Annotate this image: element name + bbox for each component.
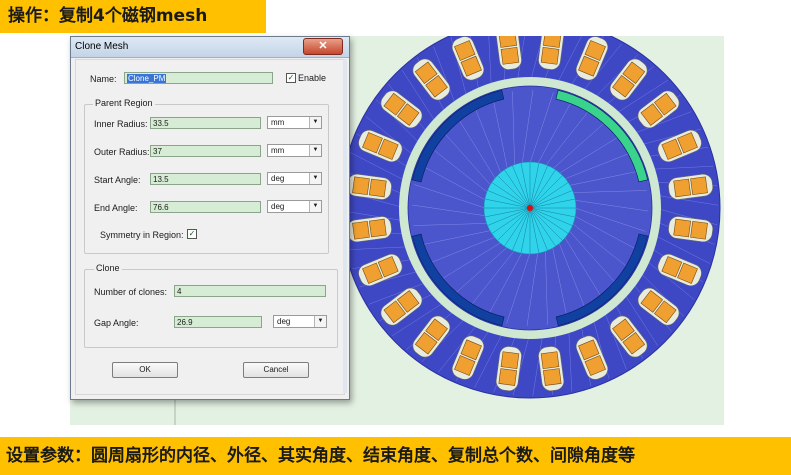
- coil: [673, 218, 692, 238]
- coil: [500, 46, 520, 65]
- enable-label: Enable: [298, 73, 327, 83]
- coil: [690, 176, 708, 195]
- coil: [368, 178, 387, 198]
- dialog-body: Name: Clone_PM ✓ Enable Parent Region In…: [75, 59, 345, 395]
- clone-group-title: Clone: [94, 263, 122, 273]
- coil: [543, 368, 562, 386]
- dialog-right-edge: [343, 59, 347, 393]
- bottom-banner: 设置参数：圆周扇形的内径、外径、其实角度、结束角度、复制总个数、间隙角度等: [0, 437, 791, 475]
- center-point: [527, 205, 533, 211]
- start-angle-unit: deg: [271, 174, 285, 183]
- gap-angle-label: Gap Angle:: [94, 318, 139, 328]
- outer-radius-label: Outer Radius:: [94, 147, 150, 157]
- start-angle-label: Start Angle:: [94, 175, 141, 185]
- end-angle-field[interactable]: 76.6: [150, 201, 261, 213]
- clone-mesh-dialog: Clone Mesh ✕ Name: Clone_PM ✓ Enable Par…: [70, 36, 350, 400]
- coil: [352, 176, 370, 195]
- coil: [690, 221, 708, 240]
- end-angle-label: End Angle:: [94, 203, 138, 213]
- clone-group: [84, 269, 338, 348]
- close-button[interactable]: ✕: [303, 38, 343, 55]
- dropdown-arrow-icon: ▼: [314, 316, 326, 327]
- dropdown-arrow-icon: ▼: [309, 173, 321, 184]
- mesh-viewport[interactable]: [346, 36, 724, 425]
- gap-angle-unit-select[interactable]: deg ▼: [273, 315, 327, 328]
- close-icon: ✕: [318, 40, 328, 52]
- dialog-titlebar[interactable]: Clone Mesh ✕: [71, 37, 349, 58]
- coil: [498, 368, 517, 386]
- dropdown-arrow-icon: ▼: [309, 117, 321, 128]
- motor-mesh-canvas[interactable]: [346, 36, 724, 425]
- outer-radius-unit: mm: [271, 146, 285, 155]
- coil: [498, 36, 517, 48]
- enable-checkbox[interactable]: ✓: [286, 73, 296, 83]
- coil: [540, 46, 560, 65]
- inner-radius-unit: mm: [271, 118, 285, 127]
- outer-radius-unit-select[interactable]: mm ▼: [267, 144, 322, 157]
- coil: [500, 351, 520, 370]
- dropdown-arrow-icon: ▼: [309, 201, 321, 212]
- number-of-clones-label: Number of clones:: [94, 287, 168, 297]
- inner-radius-field[interactable]: 33.5: [150, 117, 261, 129]
- symmetry-label: Symmetry in Region:: [100, 230, 184, 240]
- name-label: Name:: [90, 74, 117, 84]
- inner-radius-unit-select[interactable]: mm ▼: [267, 116, 322, 129]
- coil: [352, 221, 370, 240]
- coil: [673, 178, 692, 198]
- dialog-title: Clone Mesh: [75, 41, 129, 52]
- name-field[interactable]: Clone_PM: [124, 72, 273, 84]
- coil: [543, 36, 562, 48]
- number-of-clones-field[interactable]: 4: [174, 285, 326, 297]
- coil: [368, 218, 387, 238]
- end-angle-unit: deg: [271, 202, 285, 211]
- symmetry-checkbox[interactable]: ✓: [187, 229, 197, 239]
- gap-angle-unit: deg: [277, 317, 291, 326]
- coil: [540, 351, 560, 370]
- top-banner: 操作：复制4个磁钢mesh: [0, 0, 266, 33]
- outer-radius-field[interactable]: 37: [150, 145, 261, 157]
- end-angle-unit-select[interactable]: deg ▼: [267, 200, 322, 213]
- cancel-button[interactable]: Cancel: [243, 362, 309, 378]
- name-value: Clone_PM: [127, 74, 167, 83]
- start-angle-unit-select[interactable]: deg ▼: [267, 172, 322, 185]
- gap-angle-field[interactable]: 26.9: [174, 316, 262, 328]
- ok-button[interactable]: OK: [112, 362, 178, 378]
- dropdown-arrow-icon: ▼: [309, 145, 321, 156]
- parent-region-title: Parent Region: [93, 98, 155, 108]
- start-angle-field[interactable]: 13.5: [150, 173, 261, 185]
- inner-radius-label: Inner Radius:: [94, 119, 148, 129]
